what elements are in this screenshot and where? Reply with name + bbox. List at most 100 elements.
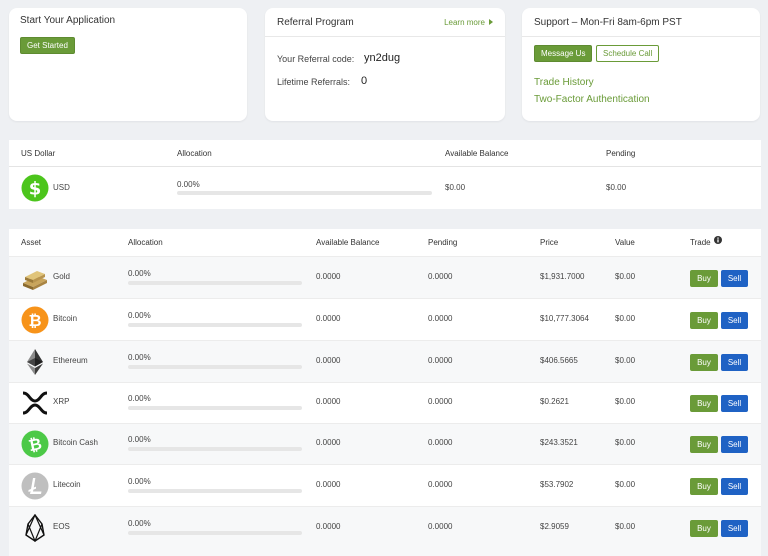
asset-row-xrp: XRP 0.00% 0.0000 0.0000 $0.2621 $0.00 Bu… xyxy=(9,382,761,423)
svg-text:$: $ xyxy=(29,179,42,200)
start-application-card: Start Your Application Get Started xyxy=(9,8,247,121)
usd-header-available: Available Balance xyxy=(445,149,509,158)
get-started-button[interactable]: Get Started xyxy=(20,37,75,54)
trade-history-link[interactable]: Trade History xyxy=(534,77,594,88)
header-pending: Pending xyxy=(428,238,458,247)
sell-button[interactable]: Sell xyxy=(721,270,748,287)
asset-allocation: 0.00% xyxy=(128,353,151,362)
two-factor-auth-link[interactable]: Two-Factor Authentication xyxy=(534,94,650,105)
asset-value: $0.00 xyxy=(615,480,636,489)
asset-pending: 0.0000 xyxy=(428,480,453,489)
header-trade: Trade xyxy=(690,238,711,247)
usd-pending: $0.00 xyxy=(606,183,627,192)
asset-allocation: 0.00% xyxy=(128,519,151,528)
asset-pending: 0.0000 xyxy=(428,314,453,323)
header-value: Value xyxy=(615,238,635,247)
gold-bar-icon xyxy=(23,271,47,290)
asset-price: $406.5665 xyxy=(540,356,578,365)
sell-button[interactable]: Sell xyxy=(721,312,748,329)
header-available-balance: Available Balance xyxy=(316,238,380,247)
usd-allocation-bar xyxy=(177,191,432,195)
asset-row-bitcoin: ₿ Bitcoin 0.00% 0.0000 0.0000 $10,777.30… xyxy=(9,298,761,340)
learn-more-link[interactable]: Learn more xyxy=(444,18,493,27)
asset-allocation-bar xyxy=(128,489,302,493)
lifetime-referrals-label: Lifetime Referrals: xyxy=(277,77,351,87)
asset-available: 0.0000 xyxy=(316,314,341,323)
buy-button[interactable]: Buy xyxy=(690,436,718,453)
referral-code-label: Your Referral code: xyxy=(277,54,355,64)
asset-allocation: 0.00% xyxy=(128,269,151,278)
asset-pending: 0.0000 xyxy=(428,397,453,406)
asset-pending: 0.0000 xyxy=(428,356,453,365)
asset-price: $53.7902 xyxy=(540,480,574,489)
bitcoin-cash-icon: ₿ xyxy=(21,430,49,458)
asset-pending: 0.0000 xyxy=(428,438,453,447)
asset-row-gold: Gold 0.00% 0.0000 0.0000 $1,931.7000 $0.… xyxy=(9,256,761,298)
buy-button[interactable]: Buy xyxy=(690,270,718,287)
sell-button[interactable]: Sell xyxy=(721,478,748,495)
xrp-icon xyxy=(22,391,48,415)
usd-header-currency: US Dollar xyxy=(21,149,56,158)
asset-name: Bitcoin Cash xyxy=(53,438,98,447)
litecoin-icon xyxy=(21,472,49,500)
asset-allocation-bar xyxy=(128,323,302,327)
buy-button[interactable]: Buy xyxy=(690,354,718,371)
sell-button[interactable]: Sell xyxy=(721,520,748,537)
message-us-button[interactable]: Message Us xyxy=(534,45,593,62)
asset-pending: 0.0000 xyxy=(428,522,453,531)
header-asset: Asset xyxy=(21,238,42,247)
assets-panel: Asset Allocation Available Balance Pendi… xyxy=(9,229,761,556)
buy-button[interactable]: Buy xyxy=(690,312,718,329)
buy-button[interactable]: Buy xyxy=(690,478,718,495)
asset-row-litecoin: Litecoin 0.00% 0.0000 0.0000 $53.7902 $0… xyxy=(9,464,761,506)
asset-pending: 0.0000 xyxy=(428,272,453,281)
support-card: Support – Mon-Fri 8am-6pm PST Message Us… xyxy=(522,8,760,121)
asset-name: Ethereum xyxy=(53,356,88,365)
usd-available: $0.00 xyxy=(445,183,466,192)
asset-price: $2.9059 xyxy=(540,522,569,531)
asset-name: Gold xyxy=(53,272,70,281)
asset-available: 0.0000 xyxy=(316,480,341,489)
asset-allocation-bar xyxy=(128,365,302,369)
asset-allocation-bar xyxy=(128,406,302,410)
asset-value: $0.00 xyxy=(615,272,636,281)
asset-allocation: 0.00% xyxy=(128,394,151,403)
asset-available: 0.0000 xyxy=(316,438,341,447)
schedule-call-button[interactable]: Schedule Call xyxy=(595,45,660,62)
asset-price: $243.3521 xyxy=(540,438,578,447)
header-allocation: Allocation xyxy=(128,238,163,247)
referral-code-value: yn2dug xyxy=(364,52,401,64)
sell-button[interactable]: Sell xyxy=(721,354,748,371)
usd-header-allocation: Allocation xyxy=(177,149,212,158)
caret-right-icon xyxy=(489,19,493,25)
buy-button[interactable]: Buy xyxy=(690,395,718,412)
bitcoin-icon: ₿ xyxy=(21,306,49,334)
svg-text:₿: ₿ xyxy=(28,311,41,330)
ethereum-icon xyxy=(27,349,43,375)
asset-allocation: 0.00% xyxy=(128,477,151,486)
usd-name: USD xyxy=(53,183,70,192)
asset-row-eos: EOS 0.00% 0.0000 0.0000 $2.9059 $0.00 Bu… xyxy=(9,506,761,556)
start-application-title: Start Your Application xyxy=(20,15,116,26)
asset-row-ethereum: Ethereum 0.00% 0.0000 0.0000 $406.5665 $… xyxy=(9,340,761,382)
asset-allocation-bar xyxy=(128,447,302,451)
asset-name: Bitcoin xyxy=(53,314,78,323)
usd-panel: US Dollar Allocation Available Balance P… xyxy=(9,140,761,209)
asset-price: $10,777.3064 xyxy=(540,314,589,323)
referral-program-card: Referral Program Learn more Your Referra… xyxy=(265,8,505,121)
usd-header-pending: Pending xyxy=(606,149,636,158)
sell-button[interactable]: Sell xyxy=(721,395,748,412)
asset-name: Litecoin xyxy=(53,480,81,489)
asset-available: 0.0000 xyxy=(316,522,341,531)
usd-allocation: 0.00% xyxy=(177,180,200,189)
usd-header-row: US Dollar Allocation Available Balance P… xyxy=(9,140,761,167)
support-title: Support – Mon-Fri 8am-6pm PST xyxy=(522,8,760,37)
info-icon[interactable] xyxy=(714,236,722,244)
asset-name: XRP xyxy=(53,397,70,406)
asset-value: $0.00 xyxy=(615,314,636,323)
buy-button[interactable]: Buy xyxy=(690,520,718,537)
eos-icon xyxy=(25,514,45,542)
learn-more-label: Learn more xyxy=(444,18,485,27)
sell-button[interactable]: Sell xyxy=(721,436,748,453)
asset-allocation: 0.00% xyxy=(128,435,151,444)
